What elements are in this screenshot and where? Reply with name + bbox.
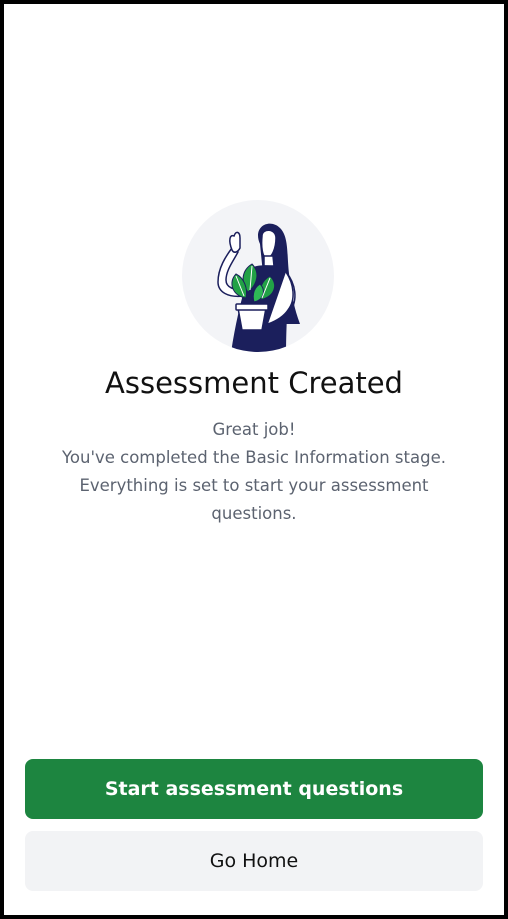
message-line: questions. (211, 504, 297, 523)
page-title: Assessment Created (105, 366, 403, 400)
message-line: Everything is set to start your assessme… (79, 476, 429, 495)
go-home-button[interactable]: Go Home (25, 831, 483, 891)
woman-holding-plant-illustration (182, 200, 334, 352)
app-screen: Assessment Created Great job! You've com… (4, 4, 504, 915)
confirmation-message: Great job! You've completed the Basic In… (54, 416, 454, 528)
message-line: You've completed the Basic Information s… (62, 448, 446, 467)
start-assessment-questions-button[interactable]: Start assessment questions (25, 759, 483, 819)
message-line: Great job! (212, 420, 296, 439)
